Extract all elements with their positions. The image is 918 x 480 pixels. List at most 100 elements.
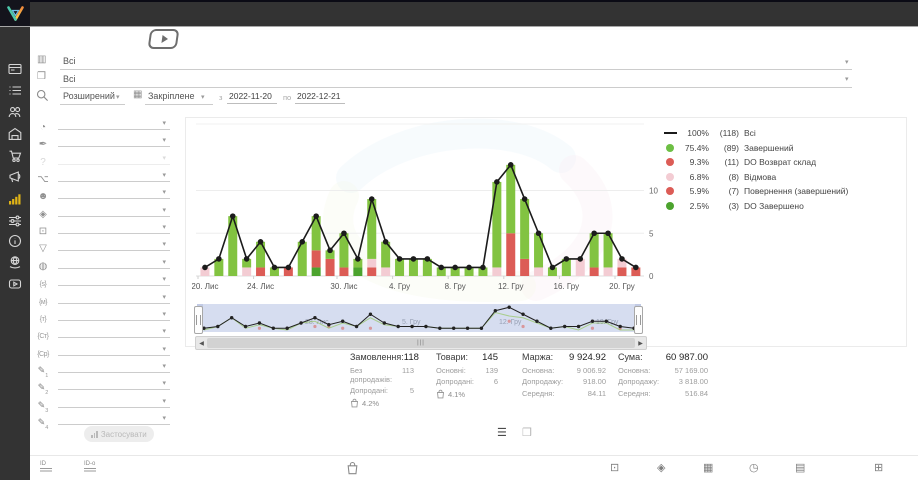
minimap-left-handle[interactable] <box>194 306 203 334</box>
filter-select[interactable]: ▾ <box>58 290 170 304</box>
svg-text:8. Гру: 8. Гру <box>445 282 466 291</box>
apply-button[interactable]: Застосувати <box>84 426 154 442</box>
filter-select[interactable]: ▾ <box>58 359 170 373</box>
video-tutorial-button[interactable] <box>148 29 180 49</box>
chart-bars-icon <box>91 431 98 438</box>
payment-icon[interactable]: ⊡ <box>610 462 619 474</box>
date-from-input[interactable]: 2022-11-20 <box>229 91 272 101</box>
sidebar-item-video-tutorials[interactable] <box>8 277 22 291</box>
custom-field-4-icon: ✎4 <box>34 412 52 431</box>
stat-title-row: Маржа:9 924.92 <box>522 352 606 363</box>
filter-row-utm-s: {s} ▾ <box>34 272 170 288</box>
order-id-link-icon[interactable]: ID-o <box>84 462 96 473</box>
date-from-label: з <box>219 93 222 102</box>
filter-underline <box>58 233 170 234</box>
sidebar-item-analytics[interactable] <box>8 192 22 206</box>
filter-select[interactable]: ▾ <box>58 307 170 321</box>
chevron-down-icon[interactable]: ▾ <box>845 59 849 66</box>
legend-dot-marker <box>662 144 678 152</box>
sidebar-item-marketing[interactable] <box>8 170 22 184</box>
sidebar-item-clients[interactable] <box>8 105 22 119</box>
scroll-right-arrow[interactable]: ▶ <box>635 340 646 347</box>
filter-select[interactable]: ▾ <box>58 342 170 356</box>
sidebar-item-purchases[interactable] <box>8 149 22 163</box>
legend-percent: 100% <box>678 128 709 138</box>
calendar-edit-icon[interactable]: ⊞ <box>874 462 883 474</box>
product-cube-icon[interactable]: ◈ <box>657 462 665 474</box>
sidebar-item-info[interactable] <box>8 234 22 248</box>
filter-row-custom-field-2: ✎2▾ <box>34 376 170 392</box>
filter-underline <box>58 389 170 390</box>
dashboard-icon <box>8 62 22 76</box>
product-view-icon[interactable]: ❒ <box>522 428 532 439</box>
minimap-scrollbar[interactable]: ◀ ||| ▶ <box>195 336 647 350</box>
filter-select[interactable]: ▾ <box>58 324 170 338</box>
time-icon[interactable]: ◷ <box>749 462 759 474</box>
scroll-left-arrow[interactable]: ◀ <box>196 340 207 347</box>
filter-select[interactable]: ▾ <box>58 116 170 130</box>
filter-select[interactable]: ▾ <box>58 255 170 269</box>
app-logo[interactable] <box>0 0 30 26</box>
legend-item[interactable]: 75.4%(89)Завершений <box>662 141 848 156</box>
svg-text:20. Лис: 20. Лис <box>192 282 218 291</box>
minimap-right-handle[interactable] <box>634 306 643 334</box>
list-view-icon[interactable]: ☰ <box>497 428 507 439</box>
filter-underline <box>58 268 170 269</box>
status-filter-underline <box>60 69 852 70</box>
legend-count: (3) <box>709 201 739 211</box>
scrollbar-thumb[interactable]: ||| <box>207 338 635 348</box>
filter-select[interactable]: ▾ <box>58 133 170 147</box>
utm-s-icon: {s} <box>34 273 52 291</box>
legend-label: Відмова <box>744 172 776 182</box>
filter-underline <box>58 372 170 373</box>
sidebar-item-orders[interactable] <box>8 84 22 98</box>
legend-count: (8) <box>709 172 739 182</box>
filter-select[interactable]: ▾ <box>58 376 170 390</box>
calendar-icon: ▦ <box>133 90 142 100</box>
legend-item[interactable]: 9.3%(11)DO Возврат склад <box>662 155 848 170</box>
filter-select[interactable]: ▾ <box>58 394 170 408</box>
calendar-date-icon[interactable]: ▦ <box>703 462 713 474</box>
chart-minimap[interactable]: 28. Лис5. Гру12. Гру19. Гру <box>197 304 641 336</box>
filter-select[interactable]: ▾ <box>58 411 170 425</box>
period-mode-select[interactable]: Закріплене <box>148 91 195 101</box>
calendar-order-icon[interactable]: ▤ <box>795 462 805 474</box>
legend-item[interactable]: 100%(118)Всі <box>662 126 848 141</box>
chevron-down-icon[interactable]: ▾ <box>116 94 120 101</box>
filter-select[interactable]: ▾ <box>58 185 170 199</box>
filter-select[interactable]: ▾ <box>58 220 170 234</box>
legend-item[interactable]: 5.9%(7)Повернення (завершений) <box>662 184 848 199</box>
legend-label: DO Возврат склад <box>744 157 816 167</box>
filter-select[interactable]: ▾ <box>58 203 170 217</box>
filter-underline <box>58 146 170 147</box>
sidebar-item-warehouse[interactable] <box>8 127 22 141</box>
filter-select[interactable]: ▾ <box>58 272 170 286</box>
legend-item[interactable]: 6.8%(8)Відмова <box>662 170 848 185</box>
order-id-list-icon[interactable]: ID <box>40 462 52 473</box>
utm-m-icon: {м} <box>34 291 52 309</box>
sidebar-item-settings[interactable] <box>8 214 22 228</box>
stat-subrow: Середня:516.84 <box>618 389 708 398</box>
filter-select[interactable]: ▾ <box>58 168 170 182</box>
filter-select[interactable]: ▾ <box>58 237 170 251</box>
legend-item[interactable]: 2.5%(3)DO Завершено <box>662 199 848 214</box>
product-filter-select[interactable]: Всі <box>63 74 76 84</box>
orders-icon <box>8 84 22 98</box>
status-filter-select[interactable]: Всі <box>63 56 76 66</box>
svg-text:30. Лис: 30. Лис <box>330 282 357 291</box>
chevron-down-icon: ▾ <box>162 294 166 301</box>
sidebar-item-integrations[interactable] <box>8 255 22 269</box>
stat-subrow: Середня:84.11 <box>522 389 606 398</box>
chevron-down-icon: ▾ <box>162 276 166 283</box>
svg-text:20. Гру: 20. Гру <box>609 282 635 291</box>
search-mode-select[interactable]: Розширений <box>63 91 115 101</box>
stat-column: Замовлення:118Без допродажів:113Допродан… <box>350 352 414 408</box>
chevron-down-icon[interactable]: ▾ <box>845 76 849 83</box>
info-icon <box>8 234 22 248</box>
sidebar-item-dashboard[interactable] <box>8 62 22 76</box>
filter-select[interactable]: ▾ <box>58 151 170 165</box>
chevron-down-icon: ▾ <box>162 259 166 266</box>
date-to-input[interactable]: 2022-12-21 <box>297 91 340 101</box>
chevron-down-icon[interactable]: ▾ <box>201 94 205 101</box>
bag-icon[interactable] <box>346 461 359 475</box>
